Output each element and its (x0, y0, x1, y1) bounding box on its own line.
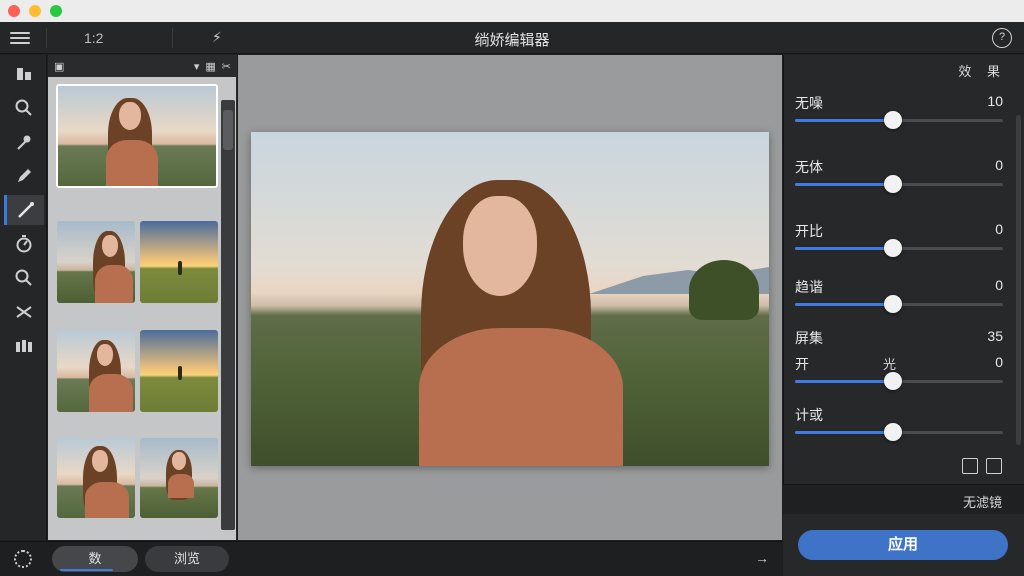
aspect-ratio-label[interactable]: 1:2 (84, 30, 103, 46)
filmstrip-scrollbar[interactable] (221, 100, 235, 530)
adjustment-value: 0 (995, 157, 1003, 173)
panels-icon[interactable] (4, 331, 44, 361)
adjustment-value: 10 (987, 93, 1003, 109)
adjustment-label: 计或 (795, 407, 823, 423)
adjustment-panel: 效 果 无噪 10 无体 0 开比 0 趋谐 0 屏集 35 开 光 0 计或 (783, 55, 1024, 484)
thumbnail[interactable] (140, 330, 218, 412)
zoom-icon[interactable] (4, 263, 44, 293)
main-photo[interactable] (251, 132, 769, 466)
slider-fill (795, 183, 893, 186)
slider-fill (795, 431, 893, 434)
bottom-tab-one-label: 数 (88, 551, 102, 566)
slider-knob[interactable] (883, 295, 902, 313)
search-icon[interactable] (4, 93, 44, 123)
eyedropper-icon[interactable] (4, 127, 44, 157)
slider-knob[interactable] (883, 111, 902, 129)
panel-title: 效 果 (958, 64, 1006, 79)
preset-label: 无滤镜 (962, 495, 1002, 510)
tool-rail (0, 55, 47, 540)
adjustment-label: 开比 (795, 223, 823, 239)
thumbnail[interactable] (57, 330, 135, 412)
help-circle-icon[interactable]: ? (992, 28, 1012, 48)
thumbnail-selected[interactable] (56, 84, 218, 188)
adjustment-value: 0 (995, 354, 1003, 370)
bottom-tab-one[interactable]: 数 (52, 546, 138, 572)
adjustment-value: 0 (995, 277, 1003, 293)
slider-knob[interactable] (883, 423, 902, 441)
close-window-button[interactable] (8, 5, 20, 17)
slider-knob[interactable] (883, 239, 902, 257)
app-title: 绱娇编辑器 (474, 32, 550, 49)
slider-fill (795, 380, 893, 383)
apply-area: 应用 (783, 514, 1024, 576)
adjustment-label: 屏集 (795, 330, 823, 346)
slider-track[interactable] (795, 372, 1003, 390)
slider-fill (795, 247, 893, 250)
bottom-tab-two[interactable]: 浏览 (145, 546, 229, 572)
slider-track[interactable] (795, 423, 1003, 441)
brush-icon[interactable] (4, 195, 44, 225)
bottom-bar: 数 浏览 → (0, 541, 783, 576)
thumbnail[interactable] (140, 221, 218, 303)
shuffle-icon[interactable] (4, 297, 44, 327)
slider-knob[interactable] (883, 372, 902, 390)
slider-track[interactable] (795, 295, 1003, 313)
adjustment-value: 35 (987, 328, 1003, 344)
adjustment-sublabel: 光 (883, 357, 897, 372)
adjustment-label: 无体 (795, 159, 823, 175)
filmstrip-header: ▣ ▾ ▦ ✂ (48, 55, 237, 77)
adjustment-label: 趋谐 (795, 279, 823, 295)
thumbnail[interactable] (57, 221, 135, 303)
timer-icon[interactable] (4, 229, 44, 259)
adjustment-label: 无噪 (795, 95, 823, 111)
panel-scrollbar[interactable] (1016, 115, 1021, 445)
menu-icon[interactable] (10, 29, 30, 47)
slider-fill (795, 303, 893, 306)
preset-row[interactable]: 无滤镜 (783, 484, 1024, 514)
crop-icon[interactable]: ✂ (222, 60, 231, 73)
window-title-bar (0, 0, 1024, 22)
image-canvas[interactable] (238, 55, 782, 540)
filmstrip-panel: ▣ ▾ ▦ ✂ (48, 55, 237, 540)
slider-fill (795, 119, 893, 122)
grid-icon[interactable]: ▦ (205, 60, 215, 73)
pencil-icon[interactable] (4, 161, 44, 191)
thumbnail[interactable] (57, 438, 135, 518)
chevron-down-icon[interactable]: ▾ (194, 60, 200, 73)
apply-button[interactable]: 应用 (798, 530, 1008, 560)
slider-track[interactable] (795, 175, 1003, 193)
layers-icon[interactable] (4, 59, 44, 89)
zoom-window-button[interactable] (50, 5, 62, 17)
bottom-tab-two-label: 浏览 (173, 551, 200, 566)
gear-icon[interactable] (14, 550, 32, 568)
minimize-window-button[interactable] (29, 5, 41, 17)
slider-track[interactable] (795, 239, 1003, 257)
reset-icon[interactable] (986, 458, 1002, 474)
toolbar-divider (46, 28, 47, 48)
adjustment-value: 0 (995, 221, 1003, 237)
image-icon[interactable]: ▣ (54, 60, 64, 73)
slider-track[interactable] (795, 111, 1003, 129)
toolbar-divider (172, 28, 173, 48)
thumbnail[interactable] (140, 438, 218, 518)
bottom-tab-progress (60, 569, 113, 571)
compare-icon[interactable] (962, 458, 978, 474)
toolbar: 1:2 ⚡︎ 绱娇编辑器 ? (0, 22, 1024, 54)
lightning-icon[interactable]: ⚡︎ (212, 29, 222, 46)
adjustment-label: 开 (795, 356, 809, 372)
slider-knob[interactable] (883, 175, 902, 193)
arrow-right-icon[interactable]: → (755, 550, 769, 566)
